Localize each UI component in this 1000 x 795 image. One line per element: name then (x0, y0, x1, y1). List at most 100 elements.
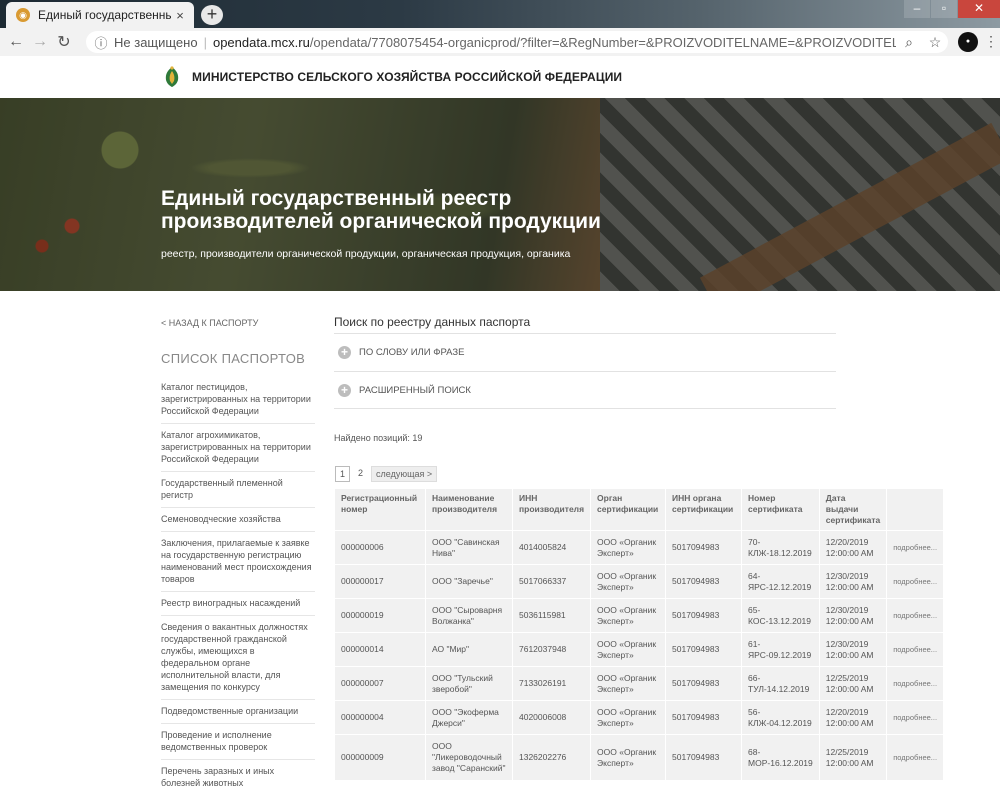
cell-date: 12/25/2019 12:00:00 AM (818, 734, 888, 781)
tab-close-icon[interactable]: × (172, 8, 188, 23)
cell-cert: 66-ТУЛ-14.12.2019 (741, 666, 820, 701)
details-link[interactable]: подробнее... (886, 734, 945, 781)
sidebar-item-breeding-register[interactable]: Государственный племенной регистр (161, 472, 315, 508)
new-tab-button[interactable]: + (201, 5, 223, 25)
cell-organ: ООО «Органик Эксперт» (590, 666, 667, 701)
sidebar-item-inspections[interactable]: Проведение и исполнение ведомственных пр… (161, 724, 315, 760)
col-cert-body[interactable]: Орган сертификации (590, 488, 667, 531)
cell-name: ООО "Сыроварня Волжанка" (425, 598, 513, 633)
col-producer-name[interactable]: Наименование производителя (425, 488, 513, 531)
extension-icon[interactable]: ● (958, 32, 978, 52)
site-header: МИНИСТЕРСТВО СЕЛЬСКОГО ХОЗЯЙСТВА РОССИЙС… (0, 56, 1000, 98)
sidebar-item-pesticides[interactable]: Каталог пестицидов, зарегистрированных н… (161, 376, 315, 424)
pagination: 1 2 следующая > (335, 466, 438, 482)
cell-inn: 1326202276 (511, 734, 592, 781)
page-title: Единый государственный реестр производит… (161, 187, 601, 233)
details-link[interactable]: подробнее... (886, 700, 945, 735)
minimize-icon[interactable]: – (904, 0, 930, 18)
sidebar-item-origin-conclusions[interactable]: Заключения, прилагаемые к заявке на госу… (161, 532, 315, 592)
cell-organ-inn: 5017094983 (665, 700, 743, 735)
site-favicon-icon: ◉ (16, 8, 30, 22)
cell-date: 12/20/2019 12:00:00 AM (818, 700, 888, 735)
address-bar[interactable]: ⓘ Не защищено | opendata.mcx.ru/opendata… (86, 31, 948, 53)
security-status: Не защищено (114, 34, 198, 50)
sidebar-item-animal-diseases[interactable]: Перечень заразных и иных болезней животн… (161, 760, 315, 795)
details-link[interactable]: подробнее... (886, 564, 945, 599)
bookmark-star-icon[interactable]: ☆ (922, 34, 948, 51)
maximize-icon[interactable]: ▫ (931, 0, 957, 18)
cell-organ: ООО «Органик Эксперт» (590, 700, 667, 735)
reload-icon[interactable]: ↻ (52, 32, 76, 52)
next-page-button[interactable]: следующая > (371, 466, 438, 482)
results-table: Регистрационный номер Наименование произ… (334, 488, 945, 781)
cell-reg: 000000004 (334, 700, 426, 735)
ministry-name[interactable]: МИНИСТЕРСТВО СЕЛЬСКОГО ХОЗЯЙСТВА РОССИЙС… (192, 70, 622, 84)
cell-name: ООО "Заречье" (425, 564, 513, 599)
browser-tab[interactable]: ◉ Единый государственный реестр × (6, 2, 194, 28)
table-row: 000000006 ООО "Савинская Нива" 401400582… (334, 530, 945, 565)
cell-organ: ООО «Органик Эксперт» (590, 530, 667, 565)
sidebar-item-vacancies[interactable]: Сведения о вакантных должностях государс… (161, 616, 315, 700)
cell-date: 12/25/2019 12:00:00 AM (818, 666, 888, 701)
cell-date: 12/30/2019 12:00:00 AM (818, 632, 888, 667)
col-cert-body-inn[interactable]: ИНН органа сертификации (665, 488, 743, 531)
back-to-passport-link[interactable]: < НАЗАД К ПАСПОРТУ (161, 318, 258, 328)
cell-inn: 4020006008 (511, 700, 592, 735)
forward-arrow-icon[interactable]: → (28, 33, 52, 51)
close-window-icon[interactable]: ✕ (958, 0, 1000, 18)
table-row: 000000009 ООО "Ликероводочный завод "Сар… (334, 734, 945, 781)
cell-organ-inn: 5017094983 (665, 666, 743, 701)
page-1-button[interactable]: 1 (335, 466, 351, 482)
url-text[interactable]: opendata.mcx.ru/opendata/7708075454-orga… (213, 35, 896, 50)
cell-reg: 000000007 (334, 666, 426, 701)
cell-inn: 7612037948 (511, 632, 592, 667)
divider (334, 408, 836, 409)
cell-reg: 000000017 (334, 564, 426, 599)
ministry-emblem-icon[interactable] (161, 65, 183, 89)
page-2-button[interactable]: 2 (354, 466, 367, 482)
browser-toolbar: ← → ↻ ⓘ Не защищено | opendata.mcx.ru/op… (0, 28, 1000, 57)
cell-cert: 56-КЛЖ-04.12.2019 (741, 700, 820, 735)
url-path: /opendata/7708075454-organicprod/?filter… (309, 34, 896, 50)
cell-organ-inn: 5017094983 (665, 598, 743, 633)
url-domain: opendata.mcx.ru (212, 34, 310, 50)
page-keywords: реестр, производители органической проду… (161, 248, 571, 260)
details-link[interactable]: подробнее... (886, 666, 945, 701)
sidebar-item-seed-farms[interactable]: Семеноводческие хозяйства (161, 508, 315, 532)
browser-tab-bar: ◉ Единый государственный реестр × + – ▫ … (0, 0, 1000, 28)
col-issue-date[interactable]: Дата выдачи сертификата (818, 488, 888, 531)
tab-title: Единый государственный реестр (38, 8, 172, 22)
sidebar-item-vineyards[interactable]: Реестр виноградных насаждений (161, 592, 315, 616)
cell-organ: ООО «Органик Эксперт» (590, 598, 667, 633)
col-reg-number[interactable]: Регистрационный номер (334, 488, 426, 531)
table-header-row: Регистрационный номер Наименование произ… (334, 488, 945, 531)
col-cert-number[interactable]: Номер сертификата (741, 488, 820, 531)
info-icon[interactable]: ⓘ (92, 33, 110, 51)
cell-reg: 000000006 (334, 530, 426, 565)
cell-inn: 5036115981 (511, 598, 592, 633)
cell-cert: 61-ЯРС-09.12.2019 (741, 632, 820, 667)
advanced-search-toggle[interactable]: + РАСШИРЕННЫЙ ПОИСК (334, 371, 836, 409)
cell-organ-inn: 5017094983 (665, 734, 743, 781)
zoom-search-icon[interactable]: ⌕ (896, 34, 922, 51)
back-arrow-icon[interactable]: ← (4, 33, 28, 51)
passport-list: Каталог пестицидов, зарегистрированных н… (161, 376, 315, 795)
cell-organ-inn: 5017094983 (665, 530, 743, 565)
sidebar-item-subordinate-orgs[interactable]: Подведомственные организации (161, 700, 315, 724)
cell-cert: 70-КЛЖ-18.12.2019 (741, 530, 820, 565)
table-row: 000000014 АО "Мир" 7612037948 ООО «Орган… (334, 632, 945, 667)
cell-name: ООО "Тульский зверобой" (425, 666, 513, 701)
plus-circle-icon: + (338, 384, 351, 397)
details-link[interactable]: подробнее... (886, 598, 945, 633)
cell-inn: 4014005824 (511, 530, 592, 565)
plus-circle-icon: + (338, 346, 351, 359)
browser-menu-icon[interactable]: ⋮ (984, 33, 998, 50)
results-count: Найдено позиций: 19 (334, 433, 423, 443)
details-link[interactable]: подробнее... (886, 632, 945, 667)
cell-cert: 68-МОР-16.12.2019 (741, 734, 820, 781)
hero-banner: Единый государственный реестр производит… (0, 98, 1000, 291)
details-link[interactable]: подробнее... (886, 530, 945, 565)
col-producer-inn[interactable]: ИНН производителя (511, 488, 592, 531)
search-by-word-toggle[interactable]: + ПО СЛОВУ ИЛИ ФРАЗЕ (334, 333, 836, 371)
sidebar-item-agrochemicals[interactable]: Каталог агрохимикатов, зарегистрированны… (161, 424, 315, 472)
